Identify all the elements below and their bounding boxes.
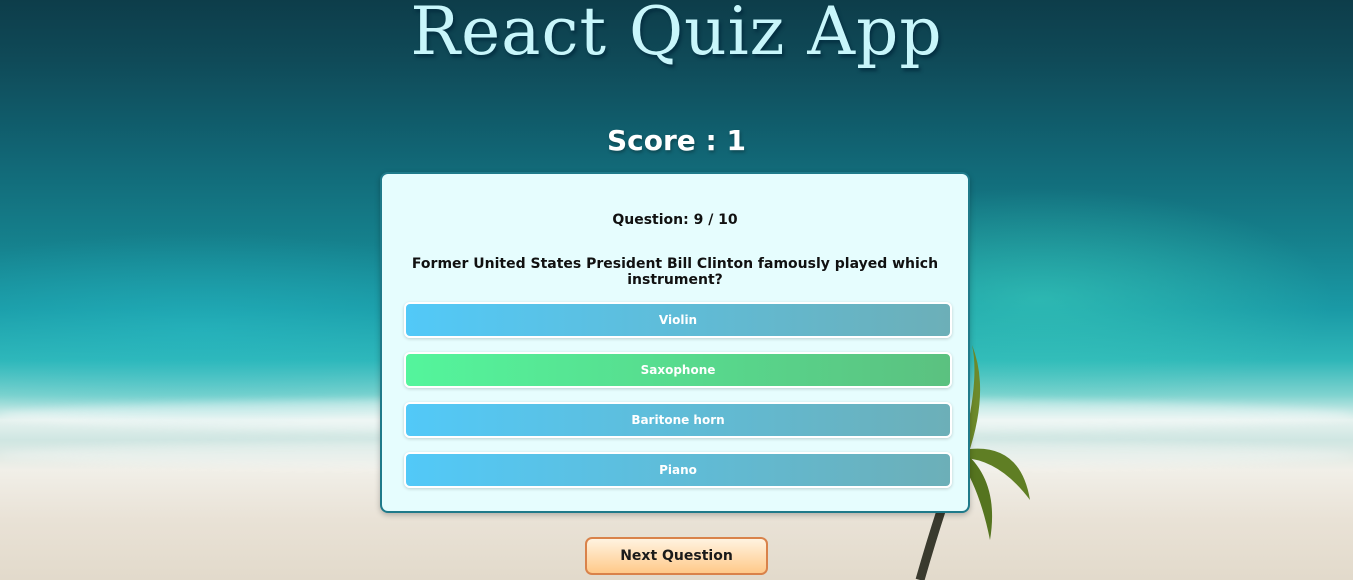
answer-button-saxophone[interactable]: Saxophone: [404, 352, 952, 388]
page-title: React Quiz App: [410, 0, 943, 70]
question-count: Question: 9 / 10: [612, 212, 738, 228]
answer-button-violin[interactable]: Violin: [404, 302, 952, 338]
score-display: Score : 1: [607, 124, 746, 157]
quiz-card: Question: 9 / 10 Former United States Pr…: [380, 172, 970, 513]
question-text: Former United States President Bill Clin…: [411, 256, 939, 288]
answer-button-piano[interactable]: Piano: [404, 452, 952, 488]
answer-list: Violin Saxophone Baritone horn Piano: [404, 302, 952, 502]
next-question-button[interactable]: Next Question: [585, 537, 768, 575]
answer-button-baritone-horn[interactable]: Baritone horn: [404, 402, 952, 438]
